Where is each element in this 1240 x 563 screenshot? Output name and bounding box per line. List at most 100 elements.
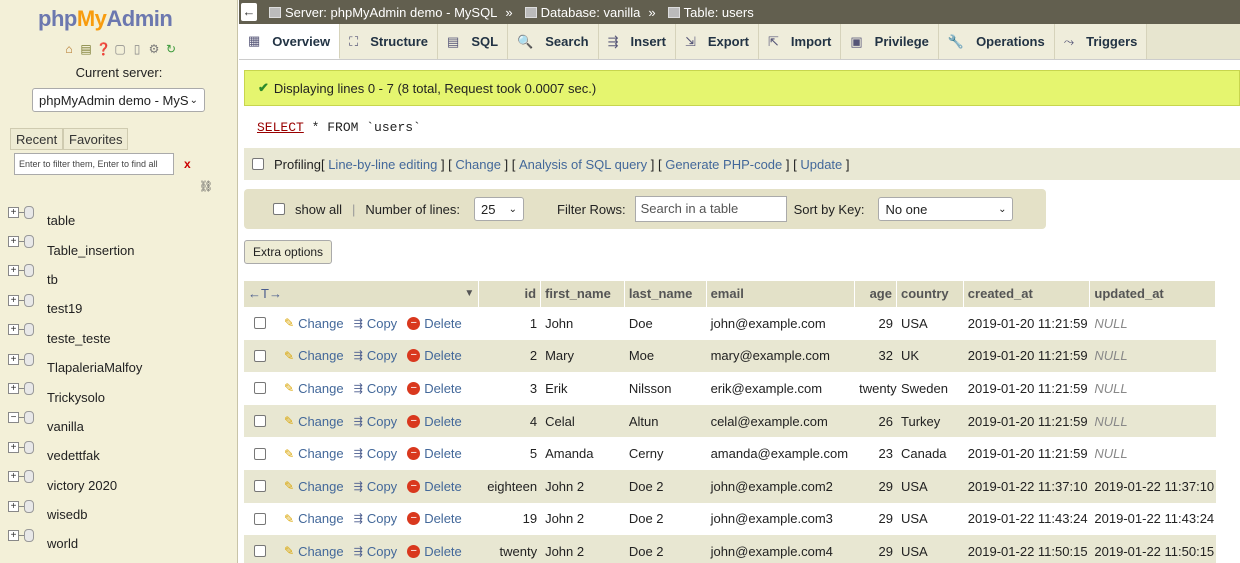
tab-structure[interactable]: ⛶ Structure — [340, 24, 439, 59]
database-name[interactable]: vedettfak — [47, 448, 100, 463]
copy-row-button[interactable]: ⇶ Copy — [354, 414, 398, 429]
column-header-last-name[interactable]: last_name — [625, 281, 707, 307]
database-item[interactable]: + test19 — [8, 286, 237, 316]
cell-first-name[interactable]: Erik — [541, 381, 625, 396]
cell-email[interactable]: john@example.com2 — [707, 479, 856, 494]
expand-icon[interactable]: + — [8, 500, 19, 512]
column-header-country[interactable]: country — [897, 281, 964, 307]
column-header-first-name[interactable]: first_name — [541, 281, 625, 307]
cell-age[interactable]: 29 — [855, 511, 897, 526]
cell-id[interactable]: 19 — [479, 511, 541, 526]
copy-row-button[interactable]: ⇶ Copy — [354, 511, 398, 526]
cell-updated-at[interactable]: 2019-01-22 11:37:10 — [1090, 479, 1216, 494]
cell-first-name[interactable]: Amanda — [541, 446, 625, 461]
cell-id[interactable]: 5 — [479, 446, 541, 461]
expand-icon[interactable]: + — [8, 383, 19, 395]
row-checkbox[interactable] — [254, 382, 266, 395]
cell-first-name[interactable]: John — [541, 316, 625, 331]
database-item[interactable]: + Trickysolo — [8, 374, 237, 405]
logout-icon[interactable]: ▤ — [79, 42, 93, 56]
expand-icon[interactable]: + — [8, 206, 19, 218]
cell-age[interactable]: 32 — [855, 348, 897, 363]
cell-id[interactable]: eighteen — [479, 479, 541, 494]
change-link[interactable]: Change — [455, 157, 501, 172]
cell-last-name[interactable]: Moe — [625, 348, 707, 363]
tab-favorites[interactable]: Favorites — [63, 128, 129, 150]
cell-id[interactable]: twenty — [479, 544, 541, 559]
column-header-age[interactable]: age — [855, 281, 897, 307]
tab-recent[interactable]: Recent — [10, 128, 64, 150]
expand-icon[interactable]: + — [8, 236, 19, 248]
row-checkbox[interactable] — [254, 349, 266, 362]
change-row-button[interactable]: ✎ Change — [284, 381, 344, 396]
database-name[interactable]: test19 — [47, 301, 82, 316]
database-item[interactable]: + victory 2020 — [8, 463, 237, 493]
cell-last-name[interactable]: Doe 2 — [625, 479, 707, 494]
database-item[interactable]: + vedettfak — [8, 433, 237, 463]
database-filter-input[interactable]: Enter to filter them, Enter to find all — [14, 153, 174, 175]
change-row-button[interactable]: ✎ Change — [284, 511, 344, 526]
cell-country[interactable]: USA — [897, 316, 964, 331]
tab-sql[interactable]: ▤ SQL — [438, 24, 509, 59]
row-checkbox[interactable] — [254, 545, 266, 558]
delete-row-button[interactable]: − Delete — [407, 511, 462, 526]
cell-id[interactable]: 1 — [479, 316, 541, 331]
cell-first-name[interactable]: John 2 — [541, 511, 625, 526]
tab-overview[interactable]: ▦ Overview — [239, 24, 341, 59]
change-row-button[interactable]: ✎ Change — [284, 348, 344, 363]
cell-updated-at[interactable]: NULL — [1090, 316, 1216, 331]
cell-created-at[interactable]: 2019-01-22 11:43:24 — [964, 511, 1091, 526]
change-row-button[interactable]: ✎ Change — [284, 479, 344, 494]
tab-operations[interactable]: 🔧 Operations — [938, 24, 1055, 59]
change-row-button[interactable]: ✎ Change — [284, 446, 344, 461]
home-icon[interactable]: ⌂ — [62, 42, 76, 56]
copy-row-button[interactable]: ⇶ Copy — [354, 544, 398, 559]
analysis-sql-link[interactable]: Analysis of SQL query — [519, 157, 647, 172]
cell-id[interactable]: 4 — [479, 414, 541, 429]
row-checkbox[interactable] — [254, 447, 266, 460]
cell-updated-at[interactable]: NULL — [1090, 381, 1216, 396]
breadcrumb-table[interactable]: Table: users — [667, 5, 754, 20]
cell-age[interactable]: 29 — [855, 544, 897, 559]
number-of-lines-select[interactable]: 25 ⌄ — [474, 197, 525, 221]
database-item[interactable]: + wisedb — [8, 492, 237, 522]
delete-row-button[interactable]: − Delete — [407, 479, 462, 494]
database-item[interactable]: + table — [8, 198, 237, 228]
delete-row-button[interactable]: − Delete — [407, 316, 462, 331]
back-button[interactable]: ← — [241, 3, 257, 21]
cell-updated-at[interactable]: NULL — [1090, 446, 1216, 461]
cell-email[interactable]: erik@example.com — [707, 381, 856, 396]
cell-updated-at[interactable]: NULL — [1090, 348, 1216, 363]
cell-age[interactable]: 29 — [855, 316, 897, 331]
database-name[interactable]: victory 2020 — [47, 478, 117, 493]
generate-php-link[interactable]: Generate PHP-code — [665, 157, 782, 172]
show-all-checkbox[interactable] — [273, 203, 285, 215]
change-row-button[interactable]: ✎ Change — [284, 544, 344, 559]
row-checkbox[interactable] — [254, 317, 266, 330]
sort-by-key-select[interactable]: No one ⌄ — [878, 197, 1014, 221]
column-header-created-at[interactable]: created_at — [964, 281, 1091, 307]
row-checkbox[interactable] — [254, 415, 266, 428]
copy-row-button[interactable]: ⇶ Copy — [354, 381, 398, 396]
database-name[interactable]: teste_teste — [47, 331, 111, 346]
cell-email[interactable]: john@example.com3 — [707, 511, 856, 526]
delete-row-button[interactable]: − Delete — [407, 446, 462, 461]
cell-age[interactable]: 23 — [855, 446, 897, 461]
column-header-updated-at[interactable]: updated_at — [1090, 281, 1217, 307]
database-name[interactable]: vanilla — [47, 419, 84, 434]
column-header-email[interactable]: email — [707, 281, 856, 307]
cell-created-at[interactable]: 2019-01-20 11:21:59 — [964, 381, 1091, 396]
database-item[interactable]: − vanilla — [8, 404, 237, 434]
column-header-id[interactable]: id — [479, 281, 542, 307]
cell-last-name[interactable]: Doe 2 — [625, 511, 707, 526]
cell-email[interactable]: mary@example.com — [707, 348, 856, 363]
sql-keyword-select[interactable]: SELECT — [257, 120, 304, 135]
cell-age[interactable]: 26 — [855, 414, 897, 429]
cell-id[interactable]: 2 — [479, 348, 541, 363]
server-select[interactable]: phpMyAdmin demo - MyS ⌄ — [32, 88, 205, 112]
cell-first-name[interactable]: Celal — [541, 414, 625, 429]
clear-filter-button[interactable]: x — [184, 157, 191, 171]
phpmyadmin-logo[interactable]: phpMyAdmin — [38, 6, 173, 32]
breadcrumb-server[interactable]: Server: phpMyAdmin demo - MySQL — [269, 5, 497, 20]
cell-country[interactable]: Canada — [897, 446, 964, 461]
